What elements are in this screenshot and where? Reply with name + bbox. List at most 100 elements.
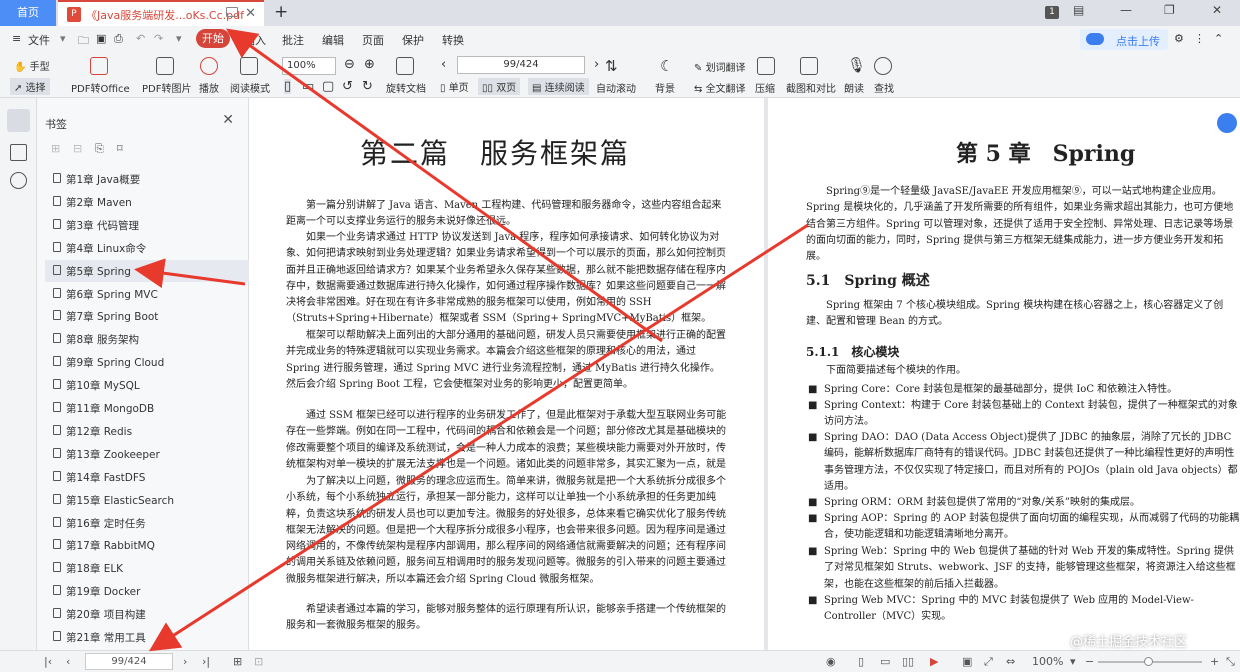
bookmark-item[interactable]: 第19章 Docker <box>53 580 243 602</box>
menu-insert[interactable]: 插入 <box>244 32 266 48</box>
maximize-icon[interactable]: ❐ <box>1164 3 1175 17</box>
bookmark-item[interactable]: 第11章 MongoDB <box>53 397 243 419</box>
expand-icon[interactable]: ⊞ <box>51 142 60 155</box>
menu-convert[interactable]: 转换 <box>442 32 464 48</box>
undo-icon[interactable]: ↶ <box>136 32 145 45</box>
zoom-in-icon[interactable]: ⊕ <box>364 57 375 72</box>
tab-home[interactable]: 首页 <box>0 0 56 26</box>
bookmark-item[interactable]: 第5章 Spring <box>45 259 249 282</box>
page-number-input[interactable]: 99/424 <box>457 56 585 74</box>
select-tool[interactable]: ➚ 选择 <box>10 78 50 95</box>
rotate-right-icon[interactable]: ↻ <box>362 79 373 94</box>
last-page-icon[interactable]: ›| <box>202 655 210 668</box>
auto-scroll-button[interactable]: 自动滚动 <box>596 80 636 95</box>
bookmark-item[interactable]: 第8章 服务架构 <box>53 328 243 350</box>
prev-page-icon[interactable]: ‹ <box>441 57 446 72</box>
status-page-input[interactable]: 99/424 <box>85 653 173 670</box>
chevron-down-icon[interactable]: ▾ <box>176 32 182 45</box>
menu-file[interactable]: 文件 <box>28 32 50 48</box>
upload-cloud-button[interactable]: 点击上传 <box>1080 29 1168 50</box>
window-count-badge[interactable]: 1 <box>1045 6 1059 19</box>
play-icon[interactable]: ▶ <box>930 655 938 668</box>
expand-arrows-icon[interactable]: ⤡ <box>1226 655 1235 669</box>
next-page-icon[interactable]: › <box>183 655 187 668</box>
bookmark-item[interactable]: 第13章 Zookeeper <box>53 443 243 465</box>
word-translate-button[interactable]: ✎ 划词翻译 <box>694 59 746 74</box>
next-page-icon[interactable]: › <box>594 57 599 72</box>
bookmark-item[interactable]: 第2章 Maven <box>53 191 243 213</box>
bookmark-item[interactable]: 第10章 MySQL <box>53 374 243 396</box>
bookmark-panel-icon[interactable] <box>7 109 30 132</box>
prev-page-icon[interactable]: ‹ <box>66 655 70 668</box>
bookmark-item[interactable]: 第16章 定时任务 <box>53 512 243 534</box>
bookmark-item[interactable]: 第3章 代码管理 <box>53 214 243 236</box>
export-icon[interactable]: ⊡ <box>254 655 263 668</box>
menu-page[interactable]: 页面 <box>362 32 384 48</box>
monitor-icon[interactable] <box>226 7 238 17</box>
bookmark-item[interactable]: 第17章 RabbitMQ <box>53 534 243 556</box>
continuous-read-button[interactable]: ▤ 连续阅读 <box>528 78 589 95</box>
fit-page-icon[interactable]: ▯ <box>284 79 292 94</box>
fit-width-icon[interactable]: ▭ <box>302 79 314 94</box>
stamp-icon[interactable] <box>10 172 27 189</box>
menu-start[interactable]: 开始 <box>196 29 230 48</box>
zoom-slider-handle[interactable] <box>1144 657 1153 666</box>
chevron-up-icon[interactable]: ⌃ <box>1214 32 1223 45</box>
zoom-out-icon[interactable]: ⊖ <box>344 57 355 72</box>
book-view-icon[interactable]: ▭ <box>880 655 890 668</box>
menu-protect[interactable]: 保护 <box>402 32 424 48</box>
more-icon[interactable]: ⋮ <box>1194 32 1205 45</box>
bookmark-item[interactable]: 第4章 Linux命令 <box>53 237 243 259</box>
chevron-down-icon[interactable]: ▾ <box>60 32 66 45</box>
find-button[interactable]: 查找 <box>874 80 894 95</box>
first-page-icon[interactable]: |‹ <box>44 655 52 668</box>
hamburger-icon[interactable]: ≡ <box>12 32 21 45</box>
full-translate-button[interactable]: ⇆ 全文翻译 <box>694 80 746 95</box>
hand-tool[interactable]: ✋ 手型 <box>14 58 50 73</box>
thumbnails-icon[interactable] <box>10 144 27 161</box>
pdf-to-office-button[interactable]: PDF转Office <box>71 80 130 95</box>
fit-page-icon[interactable]: ▣ <box>962 655 972 668</box>
bookmark-item[interactable]: 第9章 Spring Cloud <box>53 351 243 373</box>
redo-icon[interactable]: ↷ <box>154 32 163 45</box>
zoom-in-icon[interactable]: + <box>1210 655 1219 668</box>
rotate-document-button[interactable]: 旋转文档 <box>386 80 426 95</box>
zoom-out-icon[interactable]: − <box>1085 655 1094 668</box>
bookmark-item[interactable]: 第7章 Spring Boot <box>53 305 243 327</box>
bookmark-item[interactable]: 第12章 Redis <box>53 420 243 442</box>
pdf-to-image-button[interactable]: PDF转图片 <box>142 80 191 95</box>
print-icon[interactable]: ⎙ <box>114 32 123 46</box>
gear-icon[interactable]: ⚙ <box>1174 32 1184 45</box>
minimize-icon[interactable]: — <box>1120 3 1132 17</box>
background-button[interactable]: 背景 <box>655 80 675 95</box>
open-folder-icon[interactable]: 🗀 <box>78 32 89 51</box>
double-page-button[interactable]: ▯▯ 双页 <box>478 78 521 95</box>
close-icon[interactable]: ✕ <box>245 6 256 21</box>
window-close-icon[interactable]: ✕ <box>1212 3 1222 17</box>
fullscreen-icon[interactable]: ⤢ <box>984 655 993 669</box>
save-icon[interactable]: ▣ <box>96 32 106 45</box>
actual-size-icon[interactable]: ▢ <box>322 79 334 94</box>
bookmark-item[interactable]: 第6章 Spring MVC <box>53 283 243 305</box>
chevron-down-icon[interactable]: ▾ <box>1070 655 1076 668</box>
window-list-icon[interactable]: ▤ <box>1073 3 1084 17</box>
add-page-icon[interactable]: ⊞ <box>233 655 242 668</box>
compress-button[interactable]: 压缩 <box>755 80 775 95</box>
zoom-slider[interactable] <box>1098 657 1202 666</box>
tab-document[interactable]: P 《Java服务端研发...oKs.Cc.pdf ✕ <box>58 0 264 26</box>
double-view-icon[interactable]: ▯▯ <box>902 655 914 668</box>
new-tab-button[interactable]: + <box>274 2 288 22</box>
bookmark-icon[interactable]: ⌑ <box>117 142 123 155</box>
bookmark-item[interactable]: 第21章 常用工具 <box>53 626 243 648</box>
menu-edit[interactable]: 编辑 <box>322 32 344 48</box>
single-page-button[interactable]: ▯ 单页 <box>440 79 469 94</box>
bookmark-item[interactable]: 第15章 ElasticSearch <box>53 489 243 511</box>
rotate-left-icon[interactable]: ↺ <box>342 79 353 94</box>
add-bookmark-icon[interactable]: ⎘ <box>95 142 104 156</box>
single-view-icon[interactable]: ▯ <box>858 655 864 668</box>
zoom-level[interactable]: 100% <box>1032 655 1063 668</box>
bookmark-item[interactable]: 第20章 项目构建 <box>53 603 243 625</box>
read-mode-button[interactable]: 阅读模式 <box>230 80 270 95</box>
menu-annotate[interactable]: 批注 <box>282 32 304 48</box>
bookmark-item[interactable]: 第14章 FastDFS <box>53 466 243 488</box>
